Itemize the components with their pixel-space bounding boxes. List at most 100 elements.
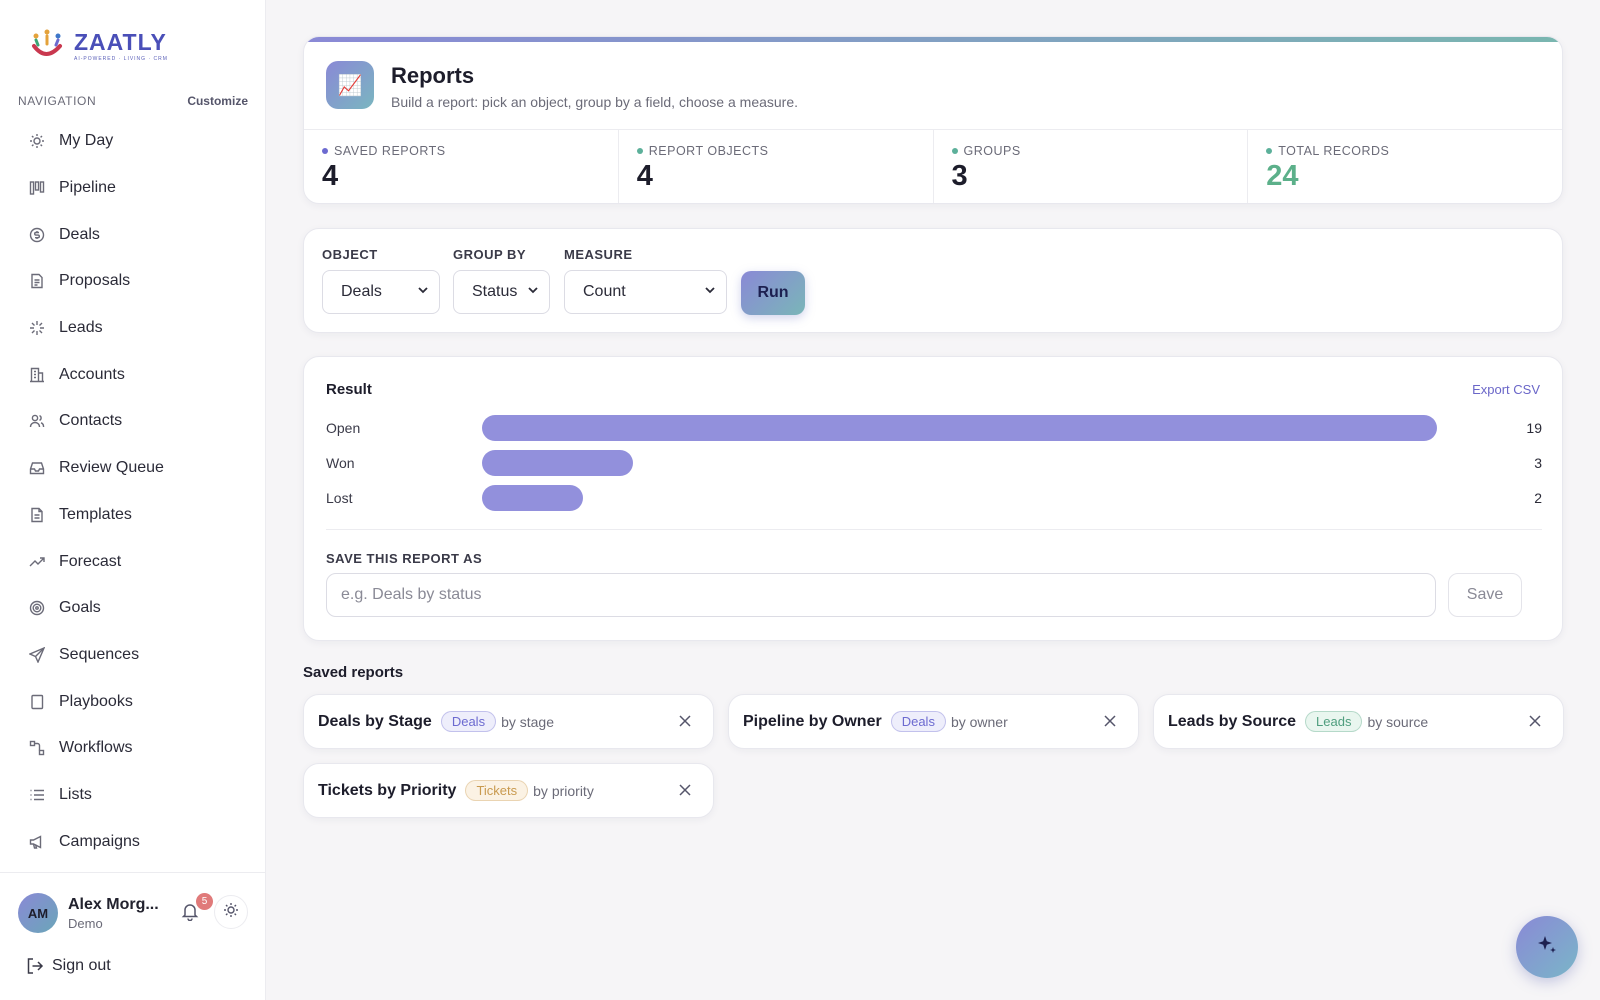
sidebar-item-my-day[interactable]: My Day	[18, 118, 250, 165]
object-select[interactable]: Deals	[322, 270, 440, 314]
sidebar-item-workflows[interactable]: Workflows	[18, 725, 250, 772]
sidebar-item-label: Workflows	[59, 739, 133, 757]
sidebar-item-review-queue[interactable]: Review Queue	[18, 445, 250, 492]
sidebar-item-contacts[interactable]: Contacts	[18, 398, 250, 445]
stat-dot	[951, 148, 958, 154]
divider	[326, 529, 1542, 530]
theme-toggle-button[interactable]	[214, 895, 248, 929]
sign-out-icon	[26, 957, 44, 975]
stat-value: 4	[322, 160, 339, 192]
run-button[interactable]: Run	[741, 271, 805, 315]
saved-reports-title: Saved reports	[303, 664, 404, 681]
sidebar-item-templates[interactable]: Templates	[18, 492, 250, 539]
stat-dot	[1266, 148, 1273, 154]
sun-icon	[223, 902, 239, 923]
object-value: Deals	[341, 283, 382, 300]
sidebar-item-accounts[interactable]: Accounts	[18, 351, 250, 398]
saved-report-card[interactable]: Tickets by Priority Tickets by priority	[303, 763, 714, 818]
object-field: OBJECT Deals	[322, 247, 440, 314]
sidebar-item-label: Review Queue	[59, 459, 164, 477]
object-pill: Deals	[890, 711, 946, 732]
user-profile[interactable]: AM Alex Morg... Demo	[18, 893, 159, 933]
close-icon[interactable]	[1527, 713, 1545, 731]
ai-assistant-button[interactable]	[1516, 916, 1578, 978]
sidebar-item-leads[interactable]: Leads	[18, 305, 250, 352]
users-icon	[28, 412, 46, 430]
sidebar-item-playbooks[interactable]: Playbooks	[18, 678, 250, 725]
bar-row: Open 19	[326, 415, 1542, 441]
stat-dot	[322, 148, 328, 154]
sidebar-item-label: Templates	[59, 505, 132, 523]
dollar-icon	[28, 226, 46, 244]
bar-track	[482, 450, 1482, 476]
saved-report-card[interactable]: Deals by Stage Deals by stage	[303, 694, 714, 749]
bar-track	[482, 415, 1482, 441]
pipeline-icon	[28, 179, 46, 197]
notification-badge: 5	[196, 893, 213, 910]
stats-row: SAVED REPORTS 4 REPORT OBJECTS 4 GROUPS …	[304, 129, 1562, 203]
customize-link[interactable]: Customize	[187, 94, 248, 108]
user-name: Alex Morg...	[68, 895, 159, 913]
building-icon	[28, 366, 46, 384]
nav-list: My Day Pipeline Deals Proposals Leads Ac…	[18, 118, 250, 865]
stat-value: 3	[951, 160, 968, 192]
sidebar-item-label: Sequences	[59, 645, 140, 663]
saved-report-group: by stage	[501, 713, 555, 730]
export-csv-link[interactable]: Export CSV	[1472, 382, 1540, 397]
saved-report-card[interactable]: Leads by Source Leads by source	[1153, 694, 1564, 749]
close-icon[interactable]	[677, 782, 695, 800]
sidebar-item-pipeline[interactable]: Pipeline	[18, 165, 250, 212]
bar-fill	[482, 450, 633, 476]
bar-fill	[482, 415, 1437, 441]
sidebar-item-label: Forecast	[59, 552, 122, 570]
sparkle-icon	[1536, 934, 1558, 961]
sun-icon	[28, 132, 46, 150]
sidebar-item-label: Lists	[59, 785, 92, 803]
stat-groups: GROUPS 3	[934, 130, 1249, 203]
sidebar-item-deals[interactable]: Deals	[18, 211, 250, 258]
measure-select[interactable]: Count	[564, 270, 727, 314]
sign-out-button[interactable]: Sign out	[26, 957, 111, 975]
user-role: Demo	[68, 915, 103, 931]
bar-track	[482, 485, 1482, 511]
measure-value: Count	[583, 283, 626, 300]
group-value: Status	[472, 283, 518, 300]
page-subtitle: Build a report: pick an object, group by…	[391, 94, 799, 110]
megaphone-icon	[28, 833, 46, 851]
close-icon[interactable]	[677, 713, 695, 731]
sidebar-item-label: Accounts	[59, 365, 125, 383]
sidebar-item-sequences[interactable]: Sequences	[18, 632, 250, 679]
logo-icon	[28, 26, 68, 66]
saved-report-name: Leads by Source	[1168, 712, 1297, 730]
saved-report-name: Deals by Stage	[318, 712, 432, 730]
bar-label: Lost	[326, 490, 353, 506]
file-icon	[28, 506, 46, 524]
sidebar-item-label: Proposals	[59, 272, 131, 290]
send-icon	[28, 646, 46, 664]
object-pill: Leads	[1305, 711, 1363, 732]
sidebar-item-goals[interactable]: Goals	[18, 585, 250, 632]
bar-fill	[482, 485, 583, 511]
header-accent-stripe	[304, 37, 1562, 42]
save-button[interactable]: Save	[1448, 573, 1522, 617]
bar-value: 2	[1534, 490, 1542, 506]
sidebar-item-label: Deals	[59, 225, 100, 243]
sidebar-item-label: My Day	[59, 132, 114, 150]
sidebar-item-label: Contacts	[59, 412, 123, 430]
sidebar-item-label: Pipeline	[59, 179, 116, 197]
bar-value: 19	[1526, 420, 1542, 436]
brand-logo[interactable]: ZAATLY AI-POWERED · LIVING · CRM	[28, 26, 168, 66]
sidebar-item-label: Leads	[59, 319, 103, 337]
sidebar-item-lists[interactable]: Lists	[18, 772, 250, 819]
saved-report-card[interactable]: Pipeline by Owner Deals by owner	[728, 694, 1139, 749]
close-icon[interactable]	[1102, 713, 1120, 731]
group-select[interactable]: Status	[453, 270, 550, 314]
report-name-input[interactable]	[326, 573, 1436, 617]
stat-value: 4	[636, 160, 653, 192]
sign-out-label: Sign out	[52, 957, 111, 974]
sidebar-item-campaigns[interactable]: Campaigns	[18, 818, 250, 865]
bar-value: 3	[1534, 455, 1542, 471]
saved-report-group: by source	[1367, 713, 1429, 730]
sidebar-item-forecast[interactable]: Forecast	[18, 538, 250, 585]
sidebar-item-proposals[interactable]: Proposals	[18, 258, 250, 305]
